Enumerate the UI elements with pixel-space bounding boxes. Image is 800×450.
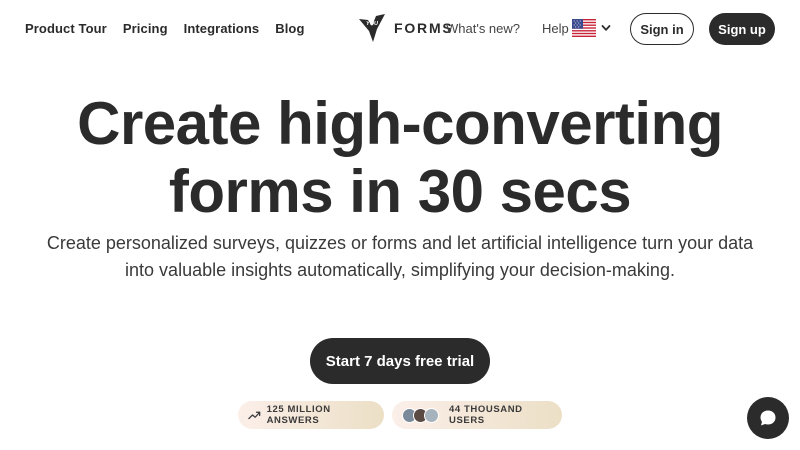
chat-launcher-button[interactable]: [747, 397, 789, 439]
nav-link-pricing[interactable]: Pricing: [123, 21, 168, 36]
logo-wordmark: FORMS: [394, 20, 454, 36]
nav-link-product-tour[interactable]: Product Tour: [25, 21, 107, 36]
language-selector[interactable]: [572, 19, 611, 37]
logo-mark-icon: YOU: [359, 14, 385, 42]
nav-link-integrations[interactable]: Integrations: [184, 21, 260, 36]
hero-subtitle-line-2: into valuable insights automatically, si…: [125, 260, 675, 280]
us-flag-icon: [572, 19, 596, 37]
users-count-badge: 44 THOUSAND USERS: [392, 401, 562, 429]
sign-up-button[interactable]: Sign up: [709, 13, 775, 45]
nav-link-blog[interactable]: Blog: [275, 21, 304, 36]
user-avatars: [402, 407, 439, 423]
users-count-label: 44 THOUSAND USERS: [449, 404, 523, 426]
start-free-trial-button[interactable]: Start 7 days free trial: [310, 338, 490, 384]
answers-count-badge: 125 MILLION ANSWERS: [238, 401, 384, 429]
logo-mark-text: YOU: [366, 21, 379, 27]
avatar: [424, 407, 439, 423]
brand-logo[interactable]: YOU FORMS: [358, 13, 454, 43]
hero-subtitle-line-1: Create personalized surveys, quizzes or …: [46, 233, 754, 253]
answers-count-label: 125 MILLION ANSWERS: [266, 404, 331, 426]
hero-title-line-2: forms in 30 secs: [168, 158, 632, 225]
primary-nav: Product Tour Pricing Integrations Blog: [25, 21, 305, 36]
hero-subtitle: Create personalized surveys, quizzes or …: [20, 230, 780, 284]
trending-up-icon: [248, 411, 261, 420]
hero-title: Create high-converting forms in 30 secs: [0, 90, 800, 226]
hero-title-line-1: Create high-converting: [77, 90, 723, 157]
secondary-nav: What's new? Help: [446, 21, 569, 36]
sign-in-button[interactable]: Sign in: [630, 13, 694, 45]
nav-link-help[interactable]: Help: [542, 21, 569, 36]
chevron-down-icon: [601, 25, 611, 31]
nav-link-whats-new[interactable]: What's new?: [446, 21, 520, 36]
chat-bubble-icon: [760, 410, 776, 426]
top-navigation: Product Tour Pricing Integrations Blog Y…: [0, 0, 800, 58]
